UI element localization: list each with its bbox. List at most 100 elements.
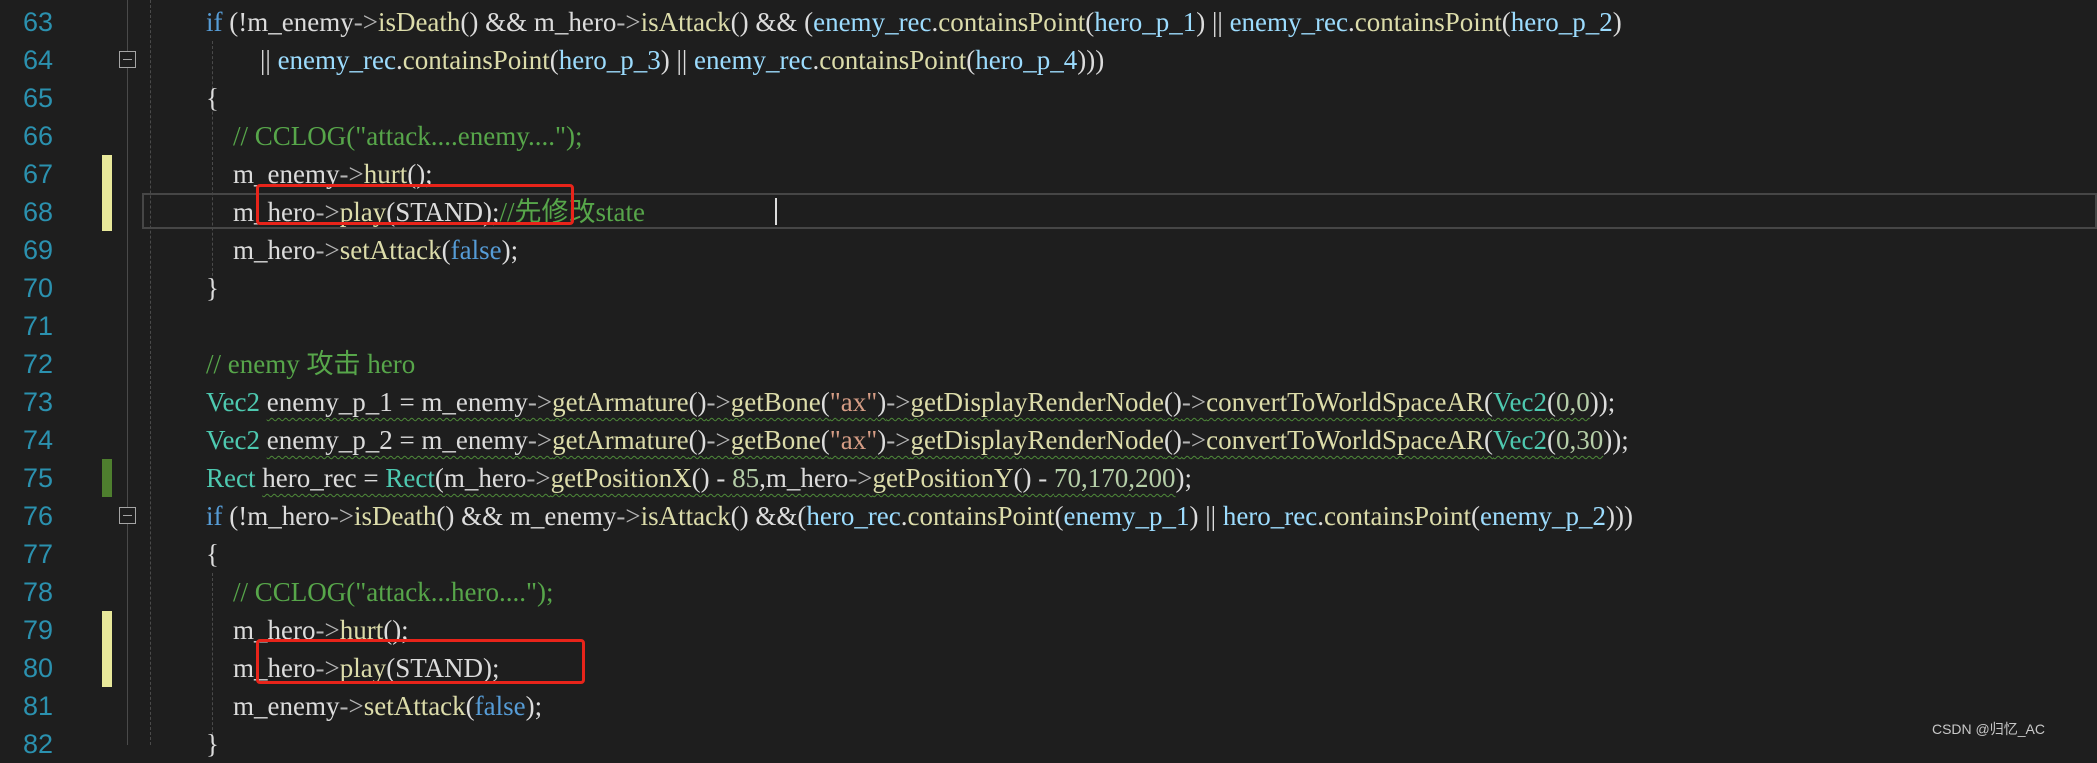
code-token: getDisplayRenderNode <box>910 425 1164 455</box>
code-line[interactable]: 70} <box>0 269 2097 307</box>
code-line[interactable]: 64 || enemy_rec.containsPoint(hero_p_3) … <box>0 41 2097 79</box>
code-token: ( <box>1501 7 1511 37</box>
code-token: hero_p_1 <box>1094 7 1197 37</box>
code-line[interactable]: 74 Vec2 enemy_p_2 = m_enemy->getArmature(… <box>0 421 2097 459</box>
code-token: ( <box>465 691 475 721</box>
code-token: ( <box>1546 425 1556 455</box>
code-token: (! <box>222 501 248 531</box>
code-token: (! <box>222 7 248 37</box>
code-token: () <box>1163 425 1182 455</box>
code-line[interactable]: 82} <box>0 725 2097 763</box>
code-token: hero_p_3 <box>558 45 661 75</box>
line-number: 71 <box>22 311 53 341</box>
code-line[interactable]: 77 { <box>0 535 2097 573</box>
code-line[interactable]: 76 if (!m_hero->isDeath() && m_enemy->isA… <box>0 497 2097 535</box>
code-token: . <box>1348 7 1355 37</box>
code-token: enemy_rec <box>694 45 813 75</box>
code-token: getPositionY <box>872 463 1014 493</box>
code-token: -> <box>616 501 641 531</box>
code-line[interactable]: 71 <box>0 307 2097 345</box>
code-line[interactable]: 78 // CCLOG("attack...hero...."); <box>0 573 2097 611</box>
code-token: () <box>688 425 707 455</box>
code-token: () <box>1163 387 1182 417</box>
code-token: (m_hero <box>434 463 527 493</box>
code-token: . <box>900 501 908 531</box>
code-token: -> <box>886 425 911 455</box>
code-token: containsPoint <box>402 45 550 75</box>
code-line[interactable]: 81 m_enemy->setAttack(false); <box>0 687 2097 725</box>
code-token: m_hero <box>533 7 617 37</box>
line-number: 64 <box>22 45 53 75</box>
code-token: "ax" <box>829 425 878 455</box>
watermark: CSDN @归忆_AC <box>1931 721 2045 737</box>
code-token: -> <box>886 387 911 417</box>
code-token: containsPoint <box>938 7 1086 37</box>
code-line[interactable]: 66 // CCLOG("attack....enemy...."); <box>0 117 2097 155</box>
code-token: // CCLOG("attack....enemy...."); <box>206 121 583 151</box>
code-token: || <box>206 45 278 75</box>
code-line[interactable]: 72 // enemy 攻击 hero <box>0 345 2097 383</box>
code-token: 85 <box>732 463 760 493</box>
code-editor[interactable]: 63 if (!m_enemy->isDeath() && m_hero->isA… <box>0 0 2097 759</box>
code-token: Rect <box>385 463 435 493</box>
code-text: { <box>206 79 219 117</box>
code-line[interactable]: 75 Rect hero_rec = Rect(m_hero->getPositi… <box>0 459 2097 497</box>
code-token: ); <box>501 235 519 265</box>
code-token: -> <box>616 7 641 37</box>
code-token: hero_p_2 <box>1510 7 1613 37</box>
code-token: ( <box>1471 501 1481 531</box>
code-token: -> <box>315 235 340 265</box>
code-token: -> <box>1181 425 1207 455</box>
code-token: getPositionX <box>550 463 692 493</box>
fold-collapse-icon[interactable] <box>119 51 136 68</box>
code-token: -> <box>1181 387 1207 417</box>
code-token: ( <box>1054 501 1064 531</box>
change-marker <box>102 193 112 231</box>
code-text: } <box>206 725 219 763</box>
line-number: 81 <box>22 691 53 721</box>
code-token: Vec2 <box>1493 387 1547 417</box>
code-token: isAttack <box>640 501 731 531</box>
code-token: ) <box>877 387 887 417</box>
code-line[interactable]: 69 m_hero->setAttack(false); <box>0 231 2097 269</box>
code-token: m_hero <box>247 501 330 531</box>
line-number: 69 <box>22 235 53 265</box>
code-token: getBone <box>730 387 821 417</box>
code-line[interactable]: 73 Vec2 enemy_p_1 = m_enemy->getArmature(… <box>0 383 2097 421</box>
line-number: 75 <box>22 463 53 493</box>
code-token: () && <box>436 501 510 531</box>
code-token: m_enemy <box>247 7 354 37</box>
code-text: || enemy_rec.containsPoint(hero_p_3) || … <box>206 41 1104 79</box>
code-line[interactable]: 63 if (!m_enemy->isDeath() && m_hero->isA… <box>0 3 2097 41</box>
fold-collapse-icon[interactable] <box>119 507 136 524</box>
code-token: ))) <box>1606 501 1633 531</box>
change-marker <box>102 649 112 687</box>
code-token: getDisplayRenderNode <box>910 387 1164 417</box>
code-token: enemy_p_2 <box>1480 501 1606 531</box>
change-marker <box>102 155 112 193</box>
code-text: } <box>206 269 219 307</box>
code-token: . <box>396 45 403 75</box>
line-number: 74 <box>22 425 53 455</box>
code-token: ); <box>525 691 543 721</box>
code-token: () - <box>691 463 733 493</box>
code-line[interactable]: 65 { <box>0 79 2097 117</box>
code-token: getArmature <box>552 425 689 455</box>
code-token: hero_p_4 <box>975 45 1078 75</box>
code-token: enemy_rec <box>277 45 396 75</box>
code-token: ( <box>441 235 451 265</box>
code-token: ); <box>1175 463 1193 493</box>
code-token: -> <box>706 387 731 417</box>
code-token: enemy_rec <box>1229 7 1349 37</box>
text-cursor <box>775 198 777 225</box>
code-token: -> <box>848 463 873 493</box>
code-token: ( <box>1484 425 1493 455</box>
code-token: -> <box>526 463 551 493</box>
code-token: m_enemy <box>206 691 340 721</box>
code-token: containsPoint <box>1354 7 1502 37</box>
code-token: { <box>206 83 219 113</box>
code-token: ) <box>877 425 887 455</box>
line-number: 79 <box>22 615 53 645</box>
code-token: ( <box>820 387 830 417</box>
